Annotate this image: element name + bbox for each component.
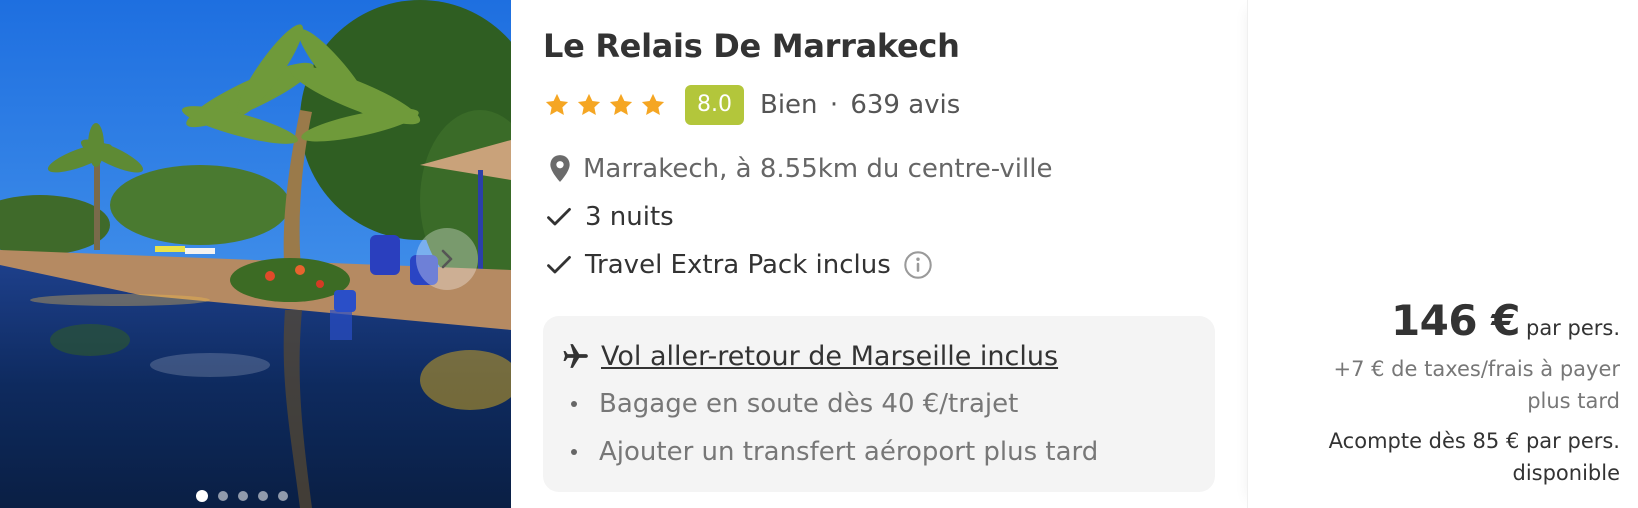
price-line: 146 € par pers.: [1260, 296, 1620, 345]
rating-label: Bien: [760, 90, 818, 120]
location-row: Marrakech, à 8.55km du centre-ville: [543, 148, 1247, 190]
price-amount: 146 €: [1390, 296, 1521, 345]
taxes-note: +7 € de taxes/frais à payer plus tard: [1333, 357, 1620, 413]
hotel-name[interactable]: Le Relais De Marrakech: [543, 26, 1247, 66]
info-icon[interactable]: [903, 250, 933, 280]
feature-label: Travel Extra Pack inclus: [585, 250, 891, 280]
flight-extra-label: Bagage en soute dès 40 €/trajet: [599, 389, 1019, 419]
star-icon: [641, 93, 665, 116]
flight-row: Vol aller-retour de Marseille inclus: [561, 336, 1215, 376]
gallery-dot[interactable]: [258, 491, 268, 501]
gallery-dot[interactable]: [238, 491, 248, 501]
bullet-icon: [571, 449, 577, 455]
gallery-dot[interactable]: [278, 491, 288, 501]
flight-extra-item: Ajouter un transfert aéroport plus tard: [561, 432, 1215, 472]
hotel-info: Le Relais De Marrakech 8.0 Bien · 639 av…: [511, 0, 1247, 508]
review-score-badge: 8.0: [685, 85, 744, 125]
hotel-card[interactable]: Le Relais De Marrakech 8.0 Bien · 639 av…: [0, 0, 1638, 508]
price-unit: par pers.: [1525, 316, 1620, 340]
price-block: 146 € par pers. +7 € de taxes/frais à pa…: [1260, 296, 1620, 489]
gallery-dot[interactable]: [196, 490, 208, 502]
feature-nights: 3 nuits: [543, 196, 1247, 238]
flight-box: Vol aller-retour de Marseille inclus Bag…: [543, 316, 1215, 492]
map-pin-icon: [550, 155, 570, 182]
plane-icon: [563, 344, 588, 368]
gallery-next-button[interactable]: [416, 228, 478, 290]
location-text: Marrakech, à 8.55km du centre-ville: [583, 154, 1053, 184]
star-icon: [577, 93, 601, 116]
flight-extra-item: Bagage en soute dès 40 €/trajet: [561, 384, 1215, 424]
gallery-dots: [196, 490, 288, 502]
star-icon: [545, 93, 569, 116]
gallery-dot[interactable]: [218, 491, 228, 501]
star-icon: [609, 93, 633, 116]
feature-label: 3 nuits: [585, 202, 674, 232]
check-icon: [547, 208, 571, 226]
flight-included-link[interactable]: Vol aller-retour de Marseille inclus: [601, 341, 1058, 372]
hotel-photo[interactable]: [0, 0, 511, 508]
check-icon: [547, 256, 571, 274]
feature-extra-pack: Travel Extra Pack inclus: [543, 244, 1247, 286]
price-column[interactable]: 146 € par pers. +7 € de taxes/frais à pa…: [1247, 0, 1638, 508]
bullet-icon: [571, 401, 577, 407]
rating-row: 8.0 Bien · 639 avis: [543, 84, 1247, 126]
deposit-note: Acompte dès 85 € par pers. disponible: [1328, 429, 1620, 485]
review-count: 639 avis: [850, 90, 961, 120]
rating-summary[interactable]: Bien · 639 avis: [760, 90, 960, 120]
chevron-right-icon: [441, 249, 453, 269]
flight-extra-label: Ajouter un transfert aéroport plus tard: [599, 437, 1099, 467]
star-rating: [543, 91, 667, 119]
rating-separator: ·: [829, 90, 839, 120]
